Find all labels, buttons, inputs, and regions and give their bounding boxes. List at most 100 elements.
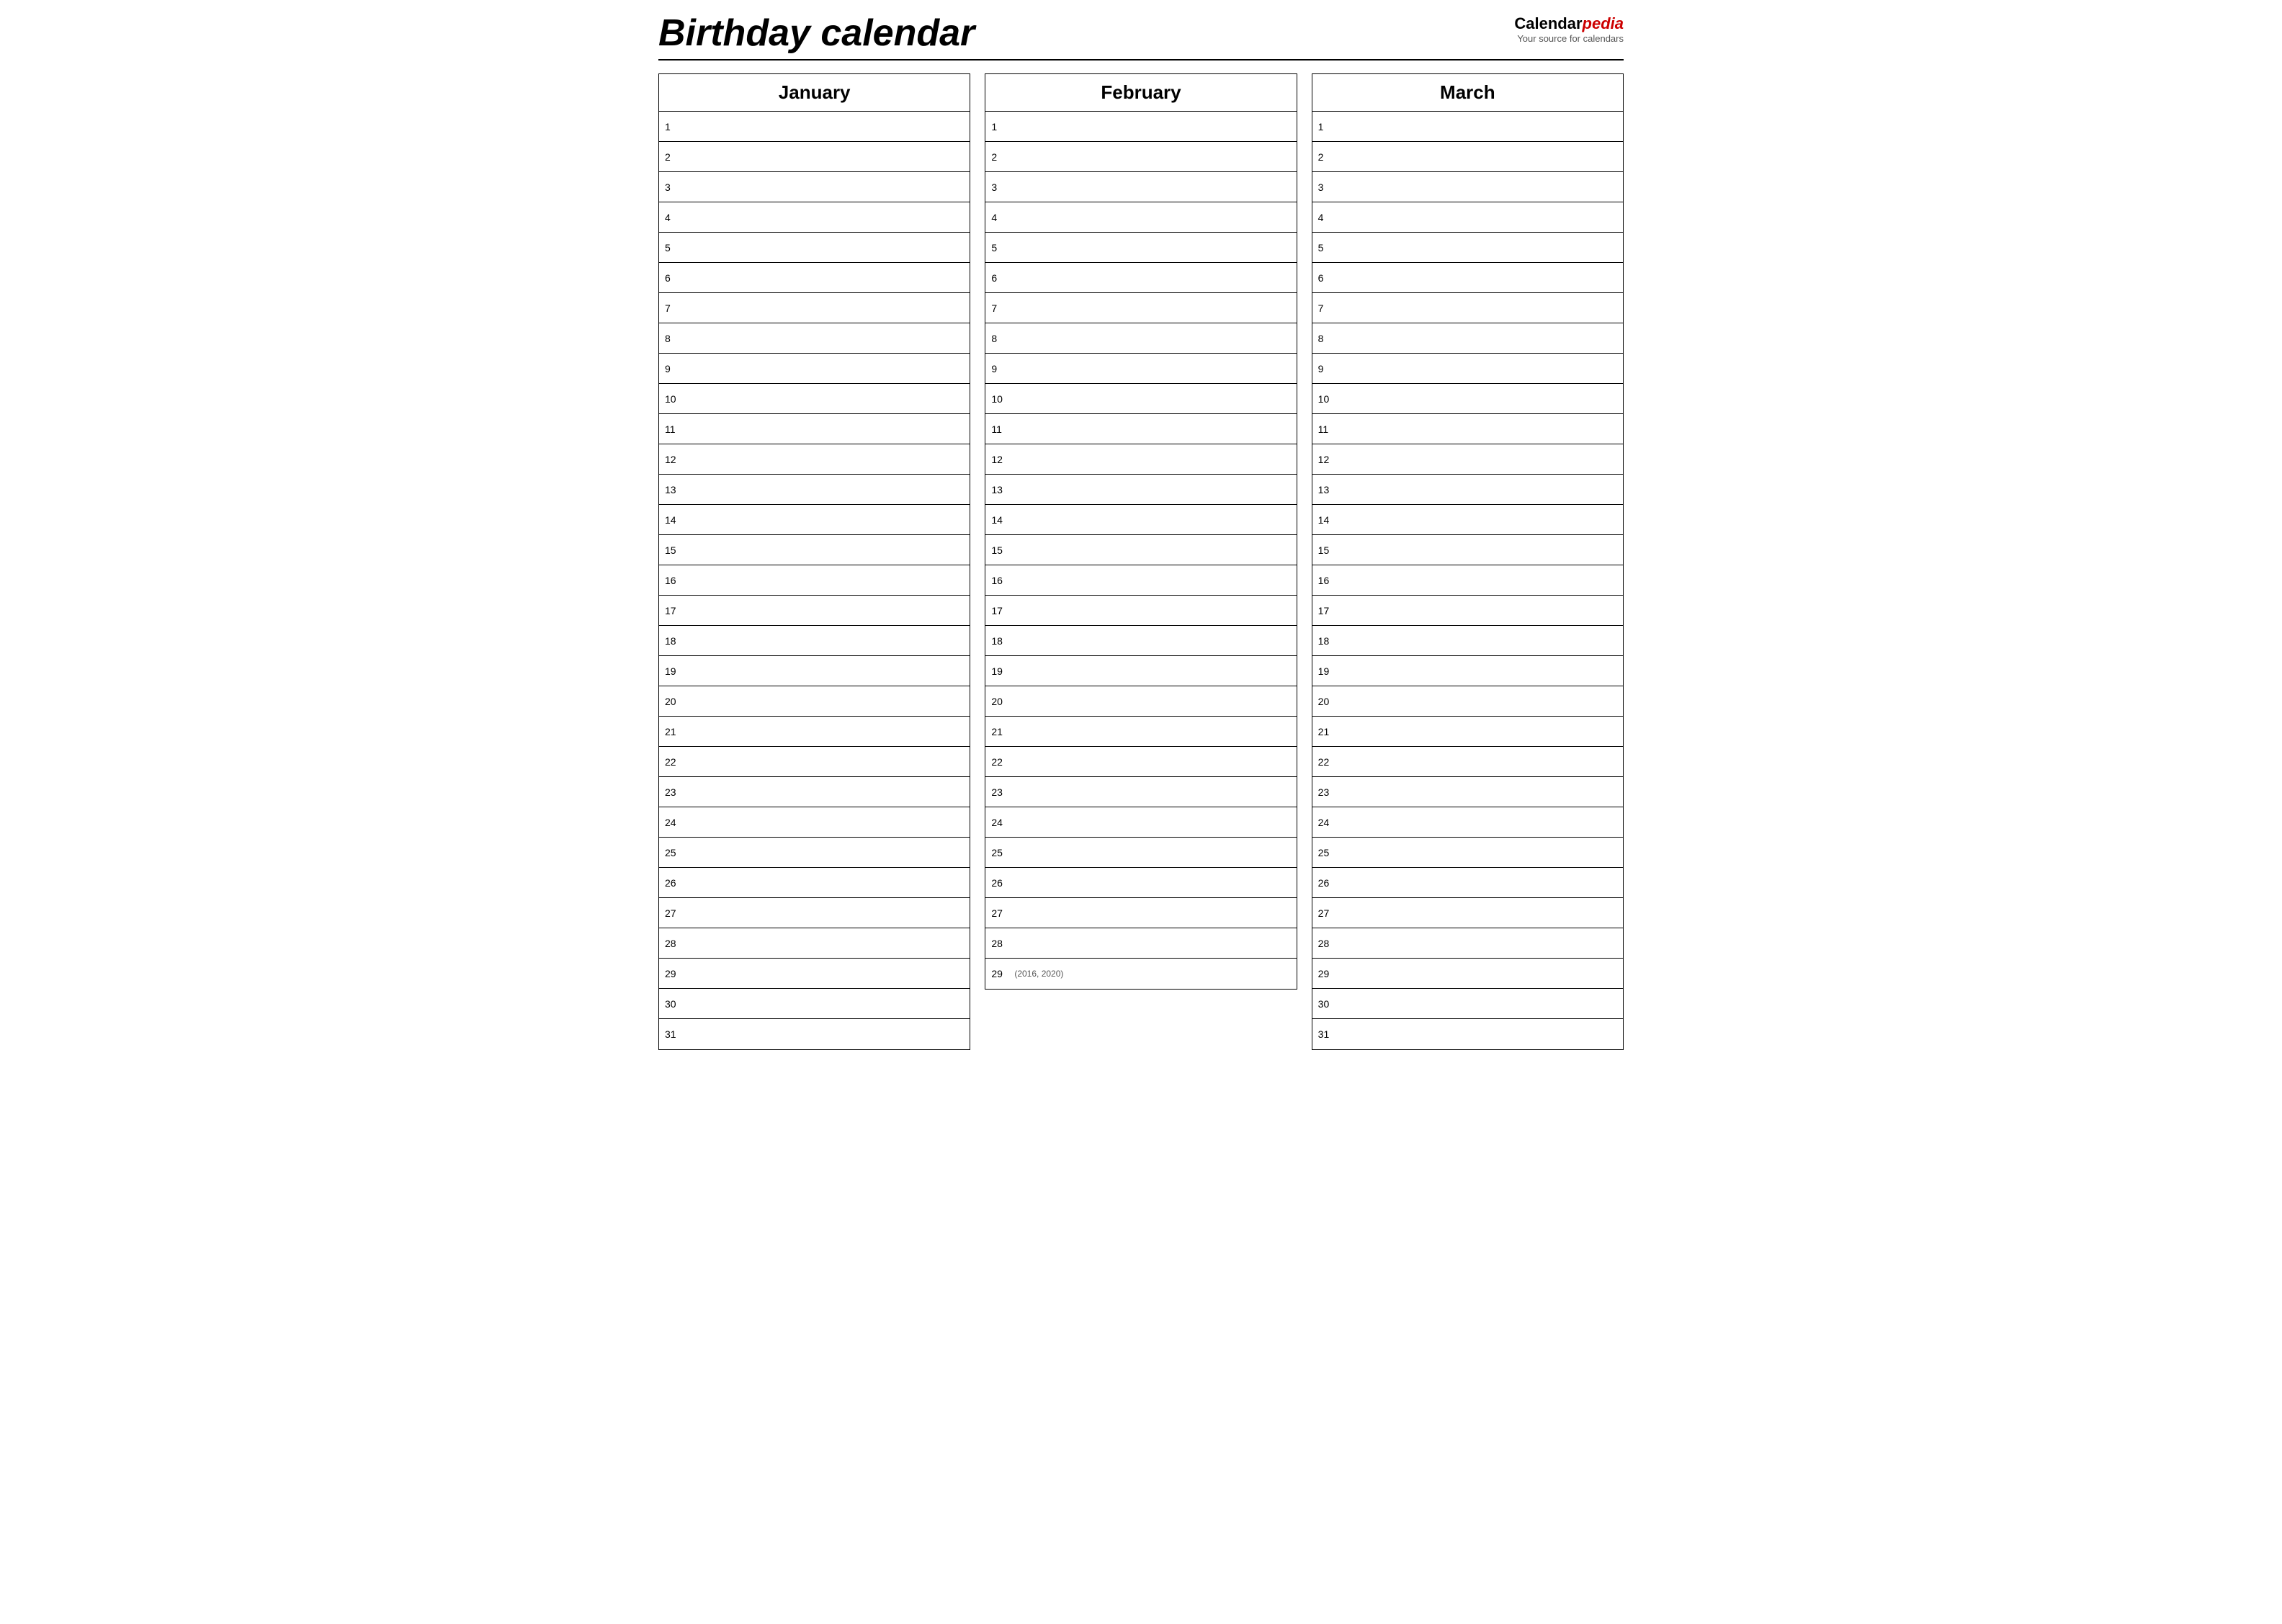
day-number: 8 bbox=[985, 330, 1011, 347]
table-row: 25 bbox=[1312, 838, 1623, 868]
day-number: 3 bbox=[659, 179, 685, 196]
table-row: 26 bbox=[659, 868, 970, 898]
table-row: 26 bbox=[985, 868, 1296, 898]
table-row: 20 bbox=[659, 686, 970, 717]
table-row: 3 bbox=[985, 172, 1296, 202]
day-number: 15 bbox=[659, 542, 685, 559]
table-row: 26 bbox=[1312, 868, 1623, 898]
day-number: 16 bbox=[985, 572, 1011, 589]
table-row: 31 bbox=[659, 1019, 970, 1049]
day-number: 7 bbox=[1312, 300, 1338, 317]
day-number: 15 bbox=[985, 542, 1011, 559]
table-row: 12 bbox=[1312, 444, 1623, 475]
table-row: 17 bbox=[985, 596, 1296, 626]
day-number: 14 bbox=[659, 511, 685, 529]
table-row: 8 bbox=[1312, 323, 1623, 354]
table-row: 10 bbox=[659, 384, 970, 414]
table-row: 8 bbox=[985, 323, 1296, 354]
day-number: 13 bbox=[1312, 481, 1338, 498]
day-number: 12 bbox=[1312, 451, 1338, 468]
month-header-february: February bbox=[985, 74, 1296, 112]
table-row: 31 bbox=[1312, 1019, 1623, 1049]
day-number: 9 bbox=[985, 360, 1011, 377]
month-january: January123456789101112131415161718192021… bbox=[658, 73, 970, 1050]
day-number: 20 bbox=[985, 693, 1011, 710]
day-number: 22 bbox=[659, 753, 685, 771]
table-row: 21 bbox=[659, 717, 970, 747]
day-number: 10 bbox=[985, 390, 1011, 408]
month-february: February12345678910111213141516171819202… bbox=[985, 73, 1297, 990]
day-number: 17 bbox=[659, 602, 685, 619]
table-row: 16 bbox=[1312, 565, 1623, 596]
day-number: 22 bbox=[1312, 753, 1338, 771]
table-row: 19 bbox=[1312, 656, 1623, 686]
day-number: 21 bbox=[985, 723, 1011, 740]
table-row: 7 bbox=[1312, 293, 1623, 323]
day-number: 2 bbox=[659, 148, 685, 166]
table-row: 23 bbox=[1312, 777, 1623, 807]
table-row: 11 bbox=[1312, 414, 1623, 444]
table-row: 29 bbox=[659, 959, 970, 989]
day-number: 2 bbox=[985, 148, 1011, 166]
day-number: 7 bbox=[659, 300, 685, 317]
table-row: 21 bbox=[1312, 717, 1623, 747]
table-row: 24 bbox=[659, 807, 970, 838]
day-number: 6 bbox=[1312, 269, 1338, 287]
day-number: 14 bbox=[985, 511, 1011, 529]
day-number: 23 bbox=[985, 784, 1011, 801]
page-header: Birthday calendar Calendarpedia Your sou… bbox=[658, 14, 1624, 60]
table-row: 3 bbox=[1312, 172, 1623, 202]
page-title: Birthday calendar bbox=[658, 14, 975, 52]
day-note: (2016, 2020) bbox=[1011, 969, 1063, 979]
table-row: 17 bbox=[1312, 596, 1623, 626]
day-number: 25 bbox=[1312, 844, 1338, 861]
day-number: 19 bbox=[1312, 663, 1338, 680]
day-number: 21 bbox=[659, 723, 685, 740]
day-number: 9 bbox=[1312, 360, 1338, 377]
day-number: 6 bbox=[985, 269, 1011, 287]
day-number: 21 bbox=[1312, 723, 1338, 740]
day-number: 3 bbox=[985, 179, 1011, 196]
table-row: 29(2016, 2020) bbox=[985, 959, 1296, 989]
day-number: 30 bbox=[659, 995, 685, 1013]
month-march: March12345678910111213141516171819202122… bbox=[1312, 73, 1624, 1050]
table-row: 27 bbox=[659, 898, 970, 928]
table-row: 28 bbox=[659, 928, 970, 959]
day-number: 17 bbox=[1312, 602, 1338, 619]
table-row: 7 bbox=[985, 293, 1296, 323]
table-row: 14 bbox=[659, 505, 970, 535]
day-number: 28 bbox=[1312, 935, 1338, 952]
table-row: 28 bbox=[1312, 928, 1623, 959]
day-number: 26 bbox=[1312, 874, 1338, 892]
table-row: 5 bbox=[985, 233, 1296, 263]
table-row: 5 bbox=[659, 233, 970, 263]
day-number: 1 bbox=[985, 118, 1011, 135]
day-number: 31 bbox=[659, 1026, 685, 1043]
table-row: 11 bbox=[659, 414, 970, 444]
month-header-march: March bbox=[1312, 74, 1623, 112]
table-row: 1 bbox=[985, 112, 1296, 142]
day-number: 11 bbox=[659, 421, 685, 438]
day-number: 25 bbox=[985, 844, 1011, 861]
day-number: 10 bbox=[1312, 390, 1338, 408]
day-number: 12 bbox=[659, 451, 685, 468]
table-row: 30 bbox=[1312, 989, 1623, 1019]
day-number: 13 bbox=[985, 481, 1011, 498]
day-number: 17 bbox=[985, 602, 1011, 619]
table-row: 3 bbox=[659, 172, 970, 202]
table-row: 24 bbox=[1312, 807, 1623, 838]
table-row: 9 bbox=[985, 354, 1296, 384]
day-number: 11 bbox=[1312, 421, 1338, 438]
day-number: 24 bbox=[1312, 814, 1338, 831]
table-row: 17 bbox=[659, 596, 970, 626]
table-row: 21 bbox=[985, 717, 1296, 747]
day-number: 18 bbox=[659, 632, 685, 650]
day-number: 11 bbox=[985, 421, 1011, 438]
day-number: 26 bbox=[659, 874, 685, 892]
table-row: 14 bbox=[1312, 505, 1623, 535]
day-number: 29 bbox=[1312, 965, 1338, 982]
day-number: 22 bbox=[985, 753, 1011, 771]
table-row: 19 bbox=[985, 656, 1296, 686]
table-row: 18 bbox=[1312, 626, 1623, 656]
day-number: 20 bbox=[1312, 693, 1338, 710]
